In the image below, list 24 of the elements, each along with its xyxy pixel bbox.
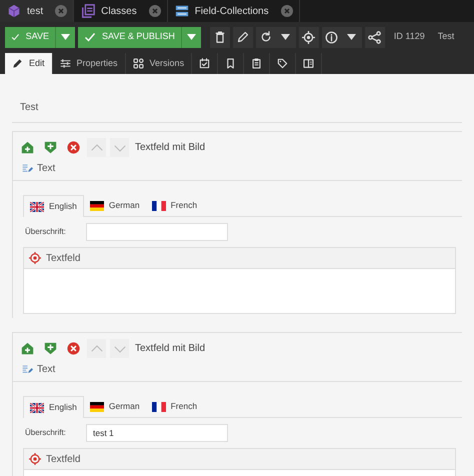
language-tab[interactable]: French: [146, 195, 204, 216]
language-tab[interactable]: German: [84, 396, 146, 417]
language-tab[interactable]: German: [84, 195, 146, 216]
section-title: Test: [20, 102, 38, 113]
object-name: Test: [438, 30, 454, 44]
language-tab[interactable]: English: [23, 396, 84, 418]
language-tab[interactable]: French: [146, 396, 204, 417]
field-label: Überschrift:: [24, 427, 67, 439]
editor-tab[interactable]: Field-Collections: [168, 0, 300, 22]
block-type-label: Text: [37, 162, 56, 176]
object-id: ID 1129: [394, 30, 425, 44]
tab-label[interactable]: Field-Collections: [194, 4, 269, 18]
tab-label[interactable]: test: [27, 4, 44, 18]
editor-title: Textfeld: [46, 252, 80, 266]
field-label: Überschrift:: [24, 226, 67, 238]
tab-label[interactable]: Classes: [101, 4, 137, 18]
block-title: Textfeld mit Bild: [135, 342, 206, 356]
block-title: Textfeld mit Bild: [135, 141, 206, 155]
view-tab[interactable]: Edit: [5, 53, 53, 74]
editor-tab[interactable]: test: [0, 0, 74, 22]
block-type-label: Text: [37, 363, 56, 377]
input-field[interactable]: test 1: [86, 424, 228, 442]
editor-title: Textfeld: [46, 452, 80, 466]
language-tab[interactable]: English: [23, 195, 84, 217]
